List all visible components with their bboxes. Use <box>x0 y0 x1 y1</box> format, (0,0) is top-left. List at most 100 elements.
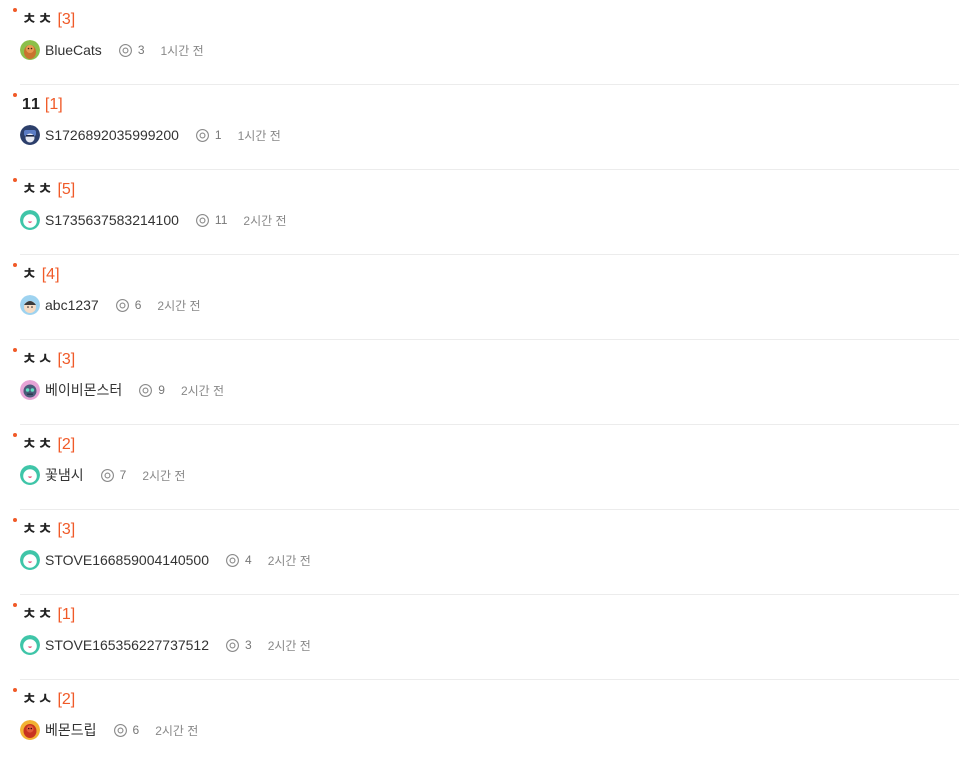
post-row-4[interactable]: ㅊ [4] abc1237 6 2시간 전 <box>13 255 959 340</box>
post-meta: 꽃냄시 7 2시간 전 <box>20 464 185 486</box>
view-count-value: 3 <box>245 638 252 652</box>
post-title[interactable]: ㅊㅊ [5] <box>22 180 75 200</box>
post-title[interactable]: 11 [1] <box>22 95 63 115</box>
eye-icon <box>118 43 132 57</box>
post-title[interactable]: ㅊㅅ [2] <box>22 690 75 710</box>
author-name[interactable]: STOVE165356227737512 <box>45 637 209 653</box>
view-count: 6 <box>113 723 140 738</box>
author-name[interactable]: abc1237 <box>45 297 99 313</box>
eye-icon <box>195 128 209 142</box>
comment-count: [5] <box>57 181 76 198</box>
comment-count: [1] <box>57 606 76 623</box>
post-title-text[interactable]: ㅊ <box>22 266 38 283</box>
post-row-1[interactable]: ㅊㅊ [3] BlueCats 3 1시간 전 <box>13 0 959 85</box>
post-title-text[interactable]: ㅊㅅ <box>22 351 53 368</box>
post-time: 2시간 전 <box>142 468 186 483</box>
view-count-value: 3 <box>137 43 145 57</box>
view-count-value: 4 <box>245 553 252 567</box>
post-title-text[interactable]: ㅊㅊ <box>22 11 53 28</box>
new-indicator-dot <box>13 688 17 692</box>
post-meta: 베이비몬스터 9 2시간 전 <box>20 379 224 401</box>
post-title-text[interactable]: ㅊㅊ <box>22 436 53 453</box>
view-count-value: 7 <box>119 468 127 482</box>
post-meta: S1726892035999200 1 1시간 전 <box>20 124 281 146</box>
post-title-text[interactable]: ㅊㅅ <box>22 691 53 708</box>
red-creature-avatar[interactable] <box>20 720 40 740</box>
post-meta: STOVE165356227737512 3 2시간 전 <box>20 634 311 656</box>
author-name[interactable]: S1735637583214100 <box>45 212 179 228</box>
post-row-7[interactable]: ㅊㅊ [3] STOVE166859004140500 4 2시간 전 <box>13 510 959 595</box>
blue-helmet-avatar[interactable] <box>20 125 40 145</box>
new-indicator-dot <box>13 518 17 522</box>
eye-icon <box>139 383 153 397</box>
comment-count: [3] <box>57 11 76 28</box>
post-time: 2시간 전 <box>243 213 287 228</box>
post-time: 2시간 전 <box>155 723 199 738</box>
eye-icon <box>115 298 129 312</box>
author-name[interactable]: BlueCats <box>45 42 102 58</box>
post-row-2[interactable]: 11 [1] S1726892035999200 1 1시간 전 <box>13 85 959 170</box>
view-count: 9 <box>138 383 165 398</box>
comment-count: [3] <box>57 521 76 538</box>
post-title[interactable]: ㅊㅅ [3] <box>22 350 75 370</box>
post-time: 2시간 전 <box>180 383 225 398</box>
post-row-3[interactable]: ㅊㅊ [5] S1735637583214100 11 2시간 전 <box>13 170 959 255</box>
view-count: 6 <box>115 298 142 313</box>
new-indicator-dot <box>13 93 17 97</box>
post-time: 2시간 전 <box>157 298 201 313</box>
author-name[interactable]: 꽃냄시 <box>45 465 84 485</box>
view-count-value: 11 <box>214 213 228 227</box>
post-time: 1시간 전 <box>237 128 281 143</box>
post-row-6[interactable]: ㅊㅊ [2] 꽃냄시 7 2시간 전 <box>13 425 959 510</box>
post-title-text[interactable]: ㅊㅊ <box>22 181 53 198</box>
view-count: 7 <box>100 468 127 483</box>
author-name[interactable]: 베이비몬스터 <box>45 380 122 400</box>
post-title-text[interactable]: ㅊㅊ <box>22 521 53 538</box>
mint-default-avatar[interactable] <box>20 635 40 655</box>
post-title[interactable]: ㅊㅊ [3] <box>22 10 75 30</box>
post-time: 2시간 전 <box>267 553 311 568</box>
comment-count: [4] <box>41 266 60 283</box>
comment-count: [1] <box>44 96 63 113</box>
new-indicator-dot <box>13 178 17 182</box>
post-meta: abc1237 6 2시간 전 <box>20 294 201 316</box>
comment-count: [2] <box>57 691 76 708</box>
post-title[interactable]: ㅊㅊ [2] <box>22 435 75 455</box>
mint-default-avatar[interactable] <box>20 210 40 230</box>
orange-creature-avatar[interactable] <box>20 40 40 60</box>
mint-default-avatar[interactable] <box>20 550 40 570</box>
purple-robot-avatar[interactable] <box>20 380 40 400</box>
post-meta: BlueCats 3 1시간 전 <box>20 39 204 61</box>
eye-icon <box>113 723 127 737</box>
author-name[interactable]: S1726892035999200 <box>45 127 179 143</box>
post-title-text[interactable]: 11 <box>22 96 41 113</box>
post-title[interactable]: ㅊㅊ [3] <box>22 520 75 540</box>
author-name[interactable]: STOVE166859004140500 <box>45 552 209 568</box>
eye-icon <box>226 638 239 652</box>
post-title-text[interactable]: ㅊㅊ <box>22 606 53 623</box>
post-meta: 베몬드립 6 2시간 전 <box>20 719 198 741</box>
view-count: 11 <box>195 213 227 228</box>
new-indicator-dot <box>13 433 17 437</box>
character-face-avatar[interactable] <box>20 295 40 315</box>
view-count: 4 <box>225 553 252 568</box>
post-title[interactable]: ㅊ [4] <box>22 265 60 285</box>
eye-icon <box>195 213 209 227</box>
mint-default-avatar[interactable] <box>20 465 40 485</box>
post-row-8[interactable]: ㅊㅊ [1] STOVE165356227737512 3 2시간 전 <box>13 595 959 680</box>
post-time: 2시간 전 <box>267 638 311 653</box>
view-count-value: 6 <box>134 298 142 312</box>
view-count: 1 <box>195 128 222 143</box>
post-title[interactable]: ㅊㅊ [1] <box>22 605 75 625</box>
post-row-9[interactable]: ㅊㅅ [2] 베몬드립 6 2시간 전 <box>13 680 959 759</box>
comment-count: [3] <box>57 351 76 368</box>
new-indicator-dot <box>13 603 17 607</box>
view-count-value: 6 <box>132 723 140 737</box>
eye-icon <box>100 468 114 482</box>
post-row-5[interactable]: ㅊㅅ [3] 베이비몬스터 9 2시간 전 <box>13 340 959 425</box>
post-list: ㅊㅊ [3] BlueCats 3 1시간 전 11 [1] S1726892035… <box>0 0 977 759</box>
new-indicator-dot <box>13 8 17 12</box>
post-time: 1시간 전 <box>160 43 204 58</box>
view-count-value: 9 <box>158 383 165 397</box>
author-name[interactable]: 베몬드립 <box>45 720 97 740</box>
